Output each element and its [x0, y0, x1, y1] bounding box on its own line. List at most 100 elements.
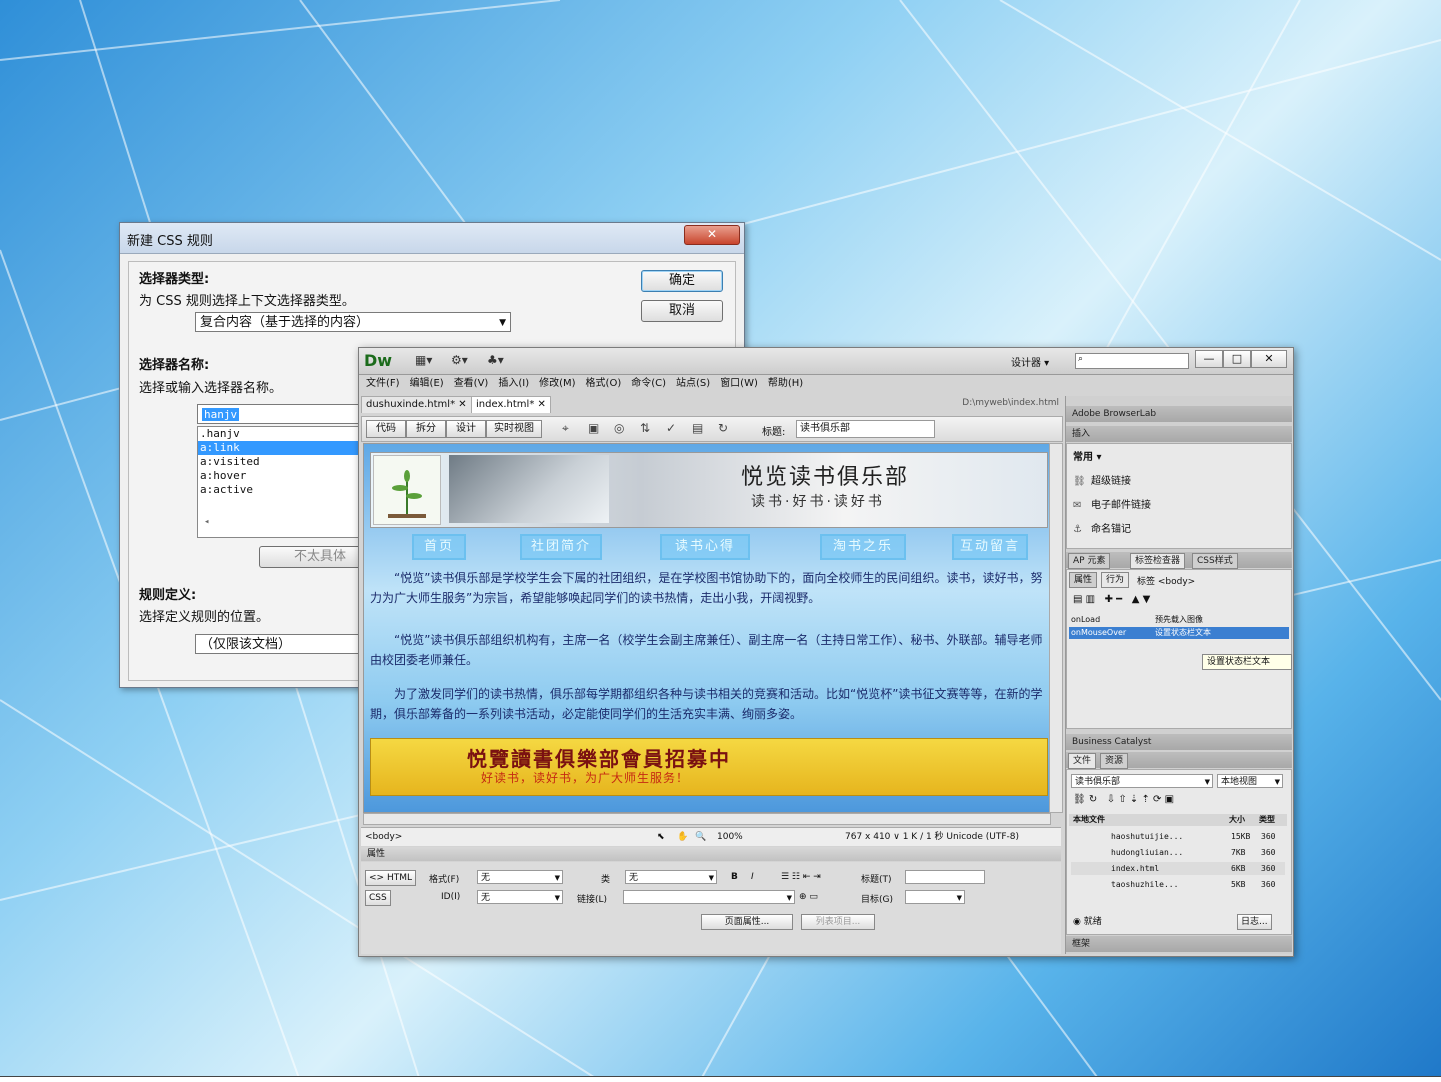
menu-item[interactable]: 窗口(W)	[720, 375, 758, 393]
title-input[interactable]: 读书俱乐部	[796, 420, 935, 438]
zoom-tool-icon[interactable]: 🔍	[695, 828, 706, 846]
file-row[interactable]: taoshuzhile... 5KB 360	[1071, 878, 1285, 891]
list-item[interactable]: a:hover	[198, 469, 368, 483]
local-files-header[interactable]: 本地文件	[1073, 814, 1105, 826]
nav-about[interactable]: 社团简介	[520, 534, 602, 560]
html-mode-button[interactable]: <> HTML	[365, 870, 416, 886]
menu-item[interactable]: 修改(M)	[539, 375, 575, 393]
design-view-button[interactable]: 设计	[446, 420, 486, 438]
minimize-button[interactable]: —	[1195, 350, 1223, 368]
menu-item[interactable]: 编辑(E)	[410, 375, 444, 393]
canvas-vertical-scrollbar[interactable]	[1049, 443, 1063, 813]
refresh-icon[interactable]: ↻	[718, 421, 728, 435]
check-icon[interactable]: ✓	[666, 421, 676, 435]
menu-item[interactable]: 文件(F)	[366, 375, 400, 393]
event-row-selected[interactable]: onMouseOver 设置状态栏文本	[1069, 627, 1289, 639]
hand-tool-icon[interactable]: ✋	[677, 828, 688, 846]
bc-panel-header[interactable]: Business Catalyst	[1066, 734, 1292, 750]
nav-reading[interactable]: 读书心得	[660, 534, 750, 560]
page-properties-button[interactable]: 页面属性...	[701, 914, 793, 930]
extend-icon[interactable]: ⚙▾	[451, 353, 468, 367]
close-button[interactable]: ✕	[684, 225, 740, 245]
event-row[interactable]: onLoad 预先载入图像	[1069, 614, 1289, 626]
layout-icon[interactable]: ▦▾	[415, 353, 432, 367]
list-icons[interactable]: ☰ ☷ ⇤ ⇥	[781, 872, 821, 882]
nav-message[interactable]: 互动留言	[952, 534, 1028, 560]
site-select[interactable]: 读书俱乐部 ▼	[1071, 774, 1213, 788]
inspect-icon[interactable]: ⌖	[562, 421, 569, 436]
doc-tab-dushuxinde[interactable]: dushuxinde.html* ✕	[361, 396, 472, 413]
zoom-level[interactable]: 100%	[717, 828, 743, 846]
title-field[interactable]	[905, 870, 985, 884]
insert-panel-header[interactable]: 插入	[1066, 426, 1292, 442]
scroll-left-icon[interactable]: ◂	[204, 517, 209, 527]
preview-icon[interactable]: ◎	[614, 421, 624, 435]
maximize-button[interactable]: □	[1223, 350, 1251, 368]
insert-email-link[interactable]: ✉ 电子邮件链接	[1073, 496, 1151, 511]
frames-panel-header[interactable]: 框架	[1066, 936, 1292, 952]
multiscreen-icon[interactable]: ▣	[588, 421, 599, 435]
css-mode-button[interactable]: CSS	[365, 890, 391, 906]
behavior-toolbar[interactable]: ▤ ▥ ✚ ━ ▲ ▼	[1073, 594, 1150, 605]
log-button[interactable]: 日志...	[1237, 914, 1272, 930]
list-item-selected[interactable]: a:link	[198, 441, 368, 455]
nav-books[interactable]: 淘书之乐	[820, 534, 906, 560]
menu-item[interactable]: 命令(C)	[631, 375, 666, 393]
file-row[interactable]: index.html 6KB 360	[1071, 862, 1285, 875]
cancel-button[interactable]: 取消	[641, 300, 723, 322]
menu-item[interactable]: 站点(S)	[676, 375, 710, 393]
target-select[interactable]: ▼	[905, 890, 965, 904]
menu-item[interactable]: 插入(I)	[498, 375, 529, 393]
list-item[interactable]: .hanjv	[198, 427, 368, 441]
tab-assets[interactable]: 资源	[1100, 753, 1129, 769]
workspace-switcher[interactable]: 设计器 ▾	[1011, 354, 1049, 369]
site-icon[interactable]: ♣▾	[487, 353, 504, 367]
tab-behaviors[interactable]: 行为	[1101, 572, 1130, 588]
file-manage-icon[interactable]: ⇅	[640, 421, 650, 435]
visual-aids-icon[interactable]: ▤	[692, 421, 703, 435]
code-view-button[interactable]: 代码	[366, 420, 406, 438]
selector-type-select[interactable]: 复合内容（基于选择的内容） ▼	[195, 312, 511, 332]
tag-selector[interactable]: <body>	[365, 828, 402, 846]
select-tool-icon[interactable]: ⬉	[657, 828, 665, 846]
type-header[interactable]: 类型	[1259, 814, 1275, 826]
insert-named-anchor[interactable]: ⚓ 命名锚记	[1073, 520, 1131, 535]
class-select[interactable]: 无 ▼	[625, 870, 717, 884]
menu-item[interactable]: 格式(O)	[586, 375, 622, 393]
point-to-file-icon[interactable]: ⊕ ▭	[799, 892, 818, 902]
insert-category[interactable]: 常用 ▾	[1073, 448, 1102, 463]
id-select[interactable]: 无 ▼	[477, 890, 563, 904]
browserlab-panel-header[interactable]: Adobe BrowserLab	[1066, 406, 1292, 422]
canvas-horizontal-scrollbar[interactable]	[363, 813, 1051, 825]
doc-tab-index[interactable]: index.html* ✕	[471, 396, 551, 413]
rule-def-select[interactable]: （仅限该文档）	[195, 634, 375, 654]
file-row[interactable]: hudongliuian... 7KB 360	[1071, 846, 1285, 859]
tab-attributes[interactable]: 属性	[1069, 572, 1098, 588]
window-close-button[interactable]: ✕	[1251, 350, 1287, 368]
tab-css-styles[interactable]: CSS样式	[1192, 553, 1238, 569]
search-input[interactable]: ⌕	[1075, 353, 1189, 369]
menu-item[interactable]: 查看(V)	[454, 375, 489, 393]
link-input[interactable]: ▼	[623, 890, 795, 904]
list-item[interactable]: a:active	[198, 483, 368, 497]
split-view-button[interactable]: 拆分	[406, 420, 446, 438]
properties-header[interactable]: 属性	[361, 847, 1061, 861]
bold-icon[interactable]: B	[731, 872, 738, 882]
menu-item[interactable]: 帮助(H)	[768, 375, 803, 393]
selector-name-input[interactable]: hanjv	[197, 404, 367, 424]
italic-icon[interactable]: I	[751, 872, 754, 882]
format-select[interactable]: 无 ▼	[477, 870, 563, 884]
files-toolbar[interactable]: ⛓ ↻ ⇩ ⇧ ⇣ ⇡ ⟳ ▣	[1073, 794, 1174, 805]
insert-hyperlink[interactable]: ⛓ 超级链接	[1073, 472, 1131, 487]
tab-files[interactable]: 文件	[1068, 753, 1097, 769]
tab-ap-elements[interactable]: AP 元素	[1068, 553, 1111, 569]
nav-home[interactable]: 首页	[412, 534, 466, 560]
view-select[interactable]: 本地视图 ▼	[1217, 774, 1283, 788]
file-row[interactable]: haoshutuijie... 15KB 360	[1071, 830, 1285, 843]
ok-button[interactable]: 确定	[641, 270, 723, 292]
size-header[interactable]: 大小	[1229, 814, 1245, 826]
tab-tag-inspector[interactable]: 标签检查器	[1130, 553, 1186, 569]
selector-options-list[interactable]: .hanjv a:link a:visited a:hover a:active…	[197, 426, 369, 538]
design-canvas[interactable]: 悦览读书俱乐部 读书·好书·读好书 首页 社团简介 读书心得 淘书之乐 互动留言…	[363, 443, 1051, 813]
live-view-button[interactable]: 实时视图	[486, 420, 542, 438]
